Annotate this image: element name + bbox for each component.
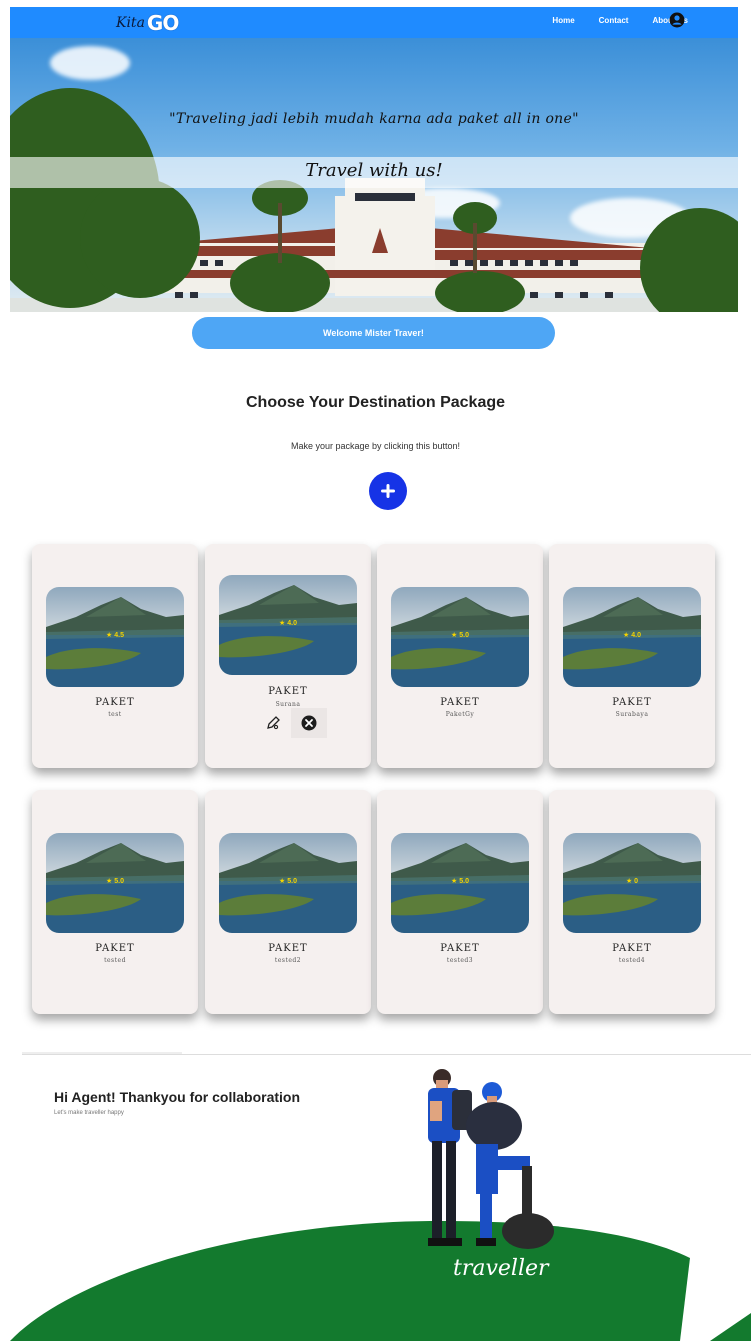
brand-logo[interactable]: Kita GO [116, 11, 179, 35]
package-title: PAKET [95, 943, 135, 954]
package-card[interactable]: ★ 4.5 PAKET test [32, 544, 198, 768]
package-image[interactable]: ★ 4.0 [219, 575, 357, 675]
package-name: tested2 [274, 957, 302, 964]
edit-button[interactable] [255, 708, 291, 738]
package-image[interactable]: ★ 5.0 [391, 833, 529, 933]
package-image[interactable]: ★ 5.0 [46, 833, 184, 933]
footer-divider [22, 1054, 751, 1055]
package-rating: ★ 4.0 [623, 632, 641, 639]
nav-link-contact[interactable]: Contact [599, 16, 629, 25]
logo-go-text: GO [146, 11, 179, 35]
package-name: PaketGy [445, 711, 475, 718]
package-name: Surana [275, 701, 301, 708]
plus-icon [381, 484, 395, 498]
package-title: PAKET [268, 686, 308, 697]
package-card[interactable]: ★ 5.0 PAKET tested2 [205, 790, 371, 1014]
package-title: PAKET [268, 943, 308, 954]
package-image[interactable]: ★ 4.0 [563, 587, 701, 687]
package-name: Surabaya [615, 711, 649, 718]
package-card[interactable]: ★ 5.0 PAKET tested3 [377, 790, 543, 1014]
package-title: PAKET [440, 697, 480, 708]
package-card[interactable]: ★ 5.0 PAKET PaketGy [377, 544, 543, 768]
package-rating: ★ 0 [625, 878, 639, 885]
hero-banner: "Traveling jadi lebih mudah karna ada pa… [10, 38, 738, 312]
package-rating: ★ 4.0 [279, 620, 297, 627]
package-rating: ★ 5.0 [451, 632, 469, 639]
navbar: Kita GO Home Contact About Us [10, 7, 738, 38]
package-title: PAKET [612, 943, 652, 954]
welcome-button[interactable]: Welcome Mister Traver! [192, 317, 555, 349]
traveller-label: traveller [453, 1256, 549, 1281]
user-circle-icon[interactable] [669, 12, 685, 28]
package-card[interactable]: ★ 4.0 PAKET Surana [205, 544, 371, 768]
package-title: PAKET [440, 943, 480, 954]
package-title: PAKET [95, 697, 135, 708]
section-subtitle: Make your package by clicking this butto… [290, 441, 461, 451]
package-image[interactable]: ★ 5.0 [391, 587, 529, 687]
delete-button[interactable] [291, 708, 327, 738]
package-rating: ★ 4.5 [106, 632, 124, 639]
add-package-button[interactable] [369, 472, 407, 510]
package-card[interactable]: ★ 4.0 PAKET Surabaya [549, 544, 715, 768]
footer-subtitle: Let's make traveller happy [54, 1110, 124, 1116]
package-title: PAKET [612, 697, 652, 708]
footer-title: Hi Agent! Thankyou for collaboration [54, 1089, 301, 1105]
package-rating: ★ 5.0 [279, 878, 297, 885]
package-name: tested4 [618, 957, 646, 964]
edit-icon [267, 716, 280, 730]
green-hill-shape [10, 1220, 751, 1341]
package-rating: ★ 5.0 [451, 878, 469, 885]
package-image[interactable]: ★ 5.0 [219, 833, 357, 933]
package-name: test [108, 711, 122, 718]
logo-script-text: Kita [116, 15, 145, 31]
package-image[interactable]: ★ 0 [563, 833, 701, 933]
nav-links: Home Contact About Us [552, 16, 688, 25]
section-title: Choose Your Destination Package [245, 394, 506, 411]
package-name: tested3 [446, 957, 474, 964]
package-card[interactable]: ★ 5.0 PAKET tested [32, 790, 198, 1014]
traveller-illustration [428, 1069, 554, 1249]
package-rating: ★ 5.0 [106, 878, 124, 885]
nav-link-home[interactable]: Home [552, 16, 574, 25]
package-name: tested [104, 957, 126, 964]
close-circle-icon [301, 715, 317, 731]
package-card[interactable]: ★ 0 PAKET tested4 [549, 790, 715, 1014]
package-actions [255, 708, 327, 738]
package-image[interactable]: ★ 4.5 [46, 587, 184, 687]
hero-tagline: Travel with us! [305, 160, 443, 181]
hero-quote: "Traveling jadi lebih mudah karna ada pa… [169, 111, 579, 127]
